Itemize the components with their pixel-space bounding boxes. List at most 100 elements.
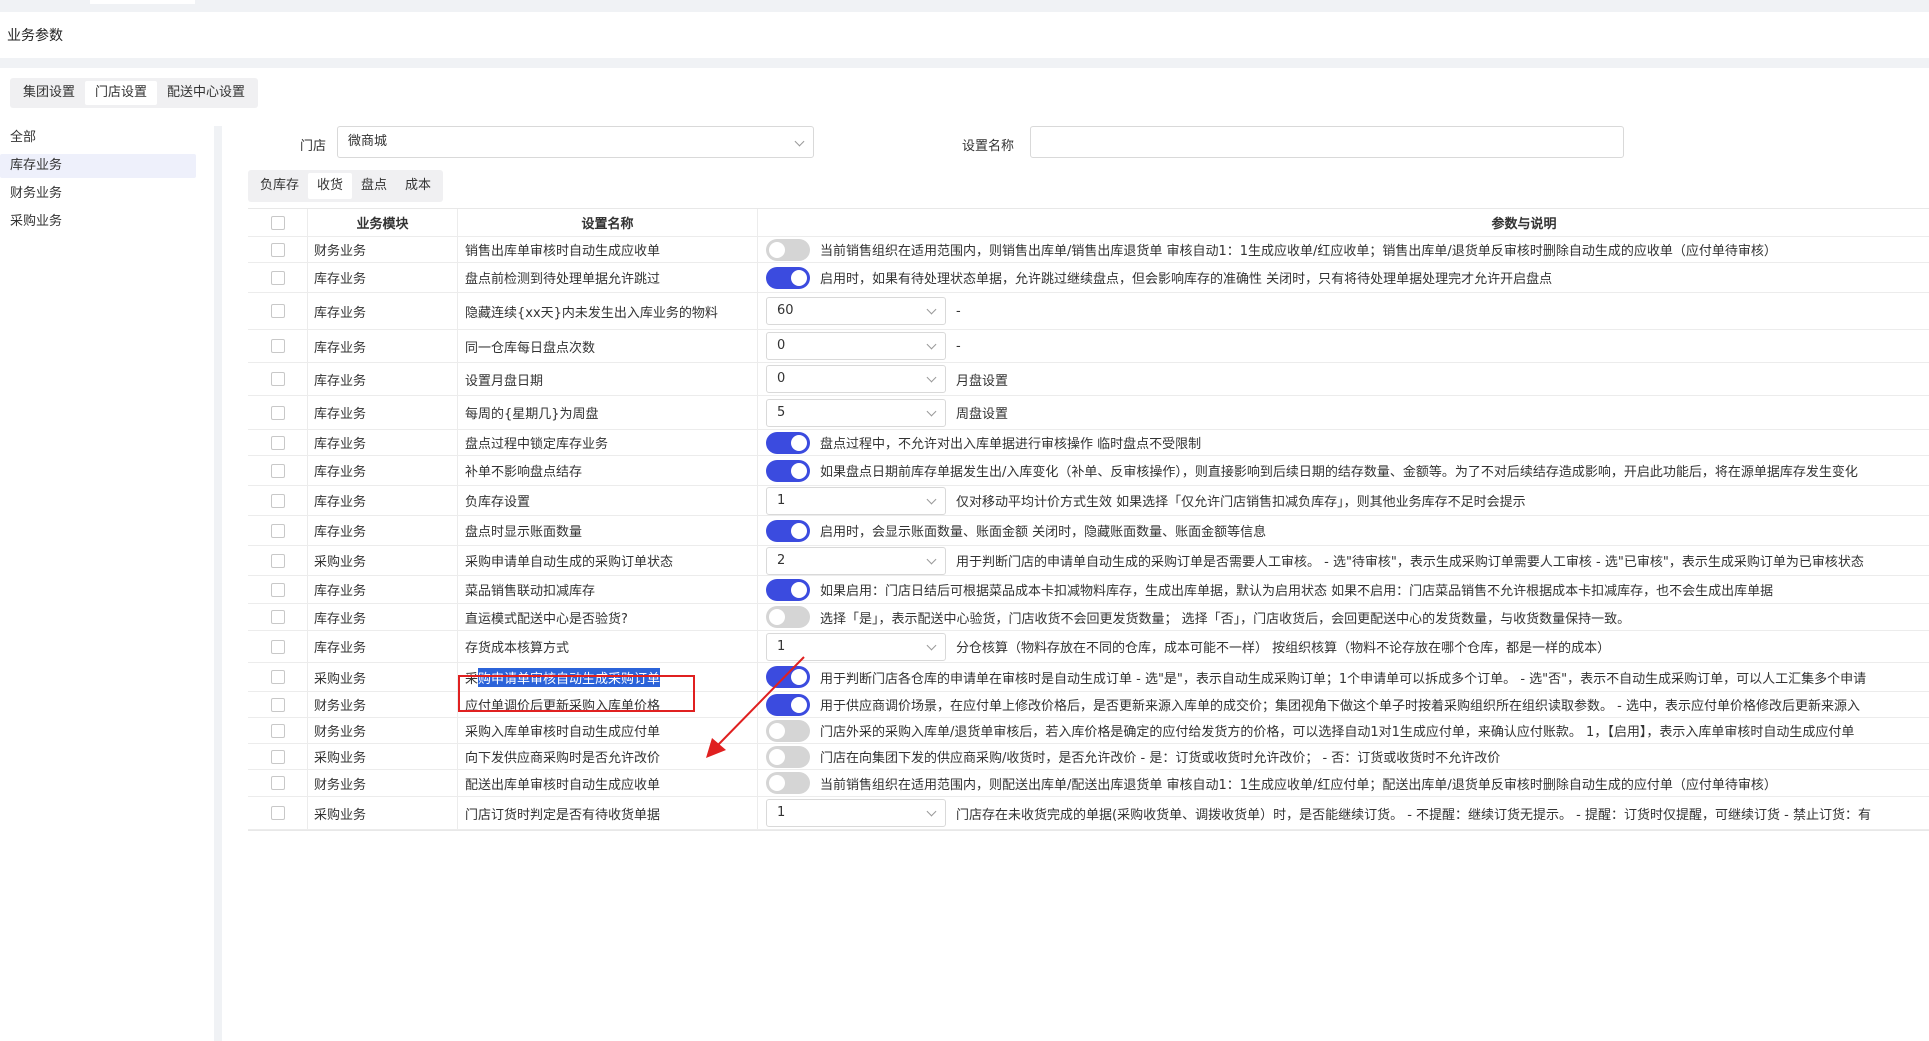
category-tab-0[interactable]: 负库存 [251,173,308,199]
row-checkbox[interactable] [270,405,285,420]
header-setting-name: 设置名称 [458,209,758,236]
toggle-switch[interactable] [766,519,810,542]
table-row: 库存业务 补单不影响盘点结存 如果盘点日期前库存单据发生出/入库变化（补单、反审核操… [248,456,1929,486]
row-description-cell: 启用时，如果有待处理状态单据，允许跳过继续盘点，但会影响库存的准确性 关闭时，只… [758,263,1929,292]
row-checkbox[interactable] [270,242,285,257]
value-select[interactable]: 0 [766,332,946,360]
row-description: 如果盘点日期前库存单据发生出/入库变化（补单、反审核操作），则直接影响到后续日期… [820,465,1858,480]
row-setting-name: 配送出库单审核时自动生成应收单 [458,770,758,796]
row-setting-name: 同一仓库每日盘点次数 [458,330,758,362]
row-setting-name-text: 盘点过程中锁定库存业务 [465,437,609,452]
toggle-switch[interactable] [766,431,810,454]
nav-item-3[interactable]: 采购业务 [0,210,196,234]
row-checkbox[interactable] [270,670,285,684]
toggle-switch[interactable] [766,238,810,261]
row-module: 财务业务 [308,718,458,743]
nav-item-1[interactable]: 库存业务 [0,154,196,178]
category-tab-2[interactable]: 盘点 [352,173,396,199]
row-description-cell: 5 周盘设置 [758,396,1929,429]
row-checkbox[interactable] [270,553,285,568]
row-setting-name: 盘点过程中锁定库存业务 [458,430,758,455]
settings-scope-tabs: 集团设置 门店设置 配送中心设置 [10,78,259,108]
row-description-cell: 用于供应商调价场景，在应付单上修改价格后，是否更新来源入库单的成交价；集团视角下… [758,692,1929,717]
settings-table: 业务模块 设置名称 参数与说明 财务业务 销售出库单审核时自动生成应收单 当前销售组… [248,208,1929,831]
select-all-checkbox[interactable] [270,215,285,230]
toggle-switch[interactable] [766,266,810,289]
row-module: 采购业务 [308,546,458,575]
row-checkbox-cell [248,486,308,515]
row-description: 周盘设置 [956,407,1009,422]
toggle-switch[interactable] [766,719,810,742]
value-select[interactable]: 0 [766,365,946,393]
store-select[interactable]: 微商城 [337,126,814,158]
row-checkbox[interactable] [270,749,285,764]
row-checkbox[interactable] [270,697,285,712]
row-checkbox[interactable] [270,435,285,450]
setting-name-input[interactable] [1030,126,1624,158]
row-checkbox[interactable] [270,610,285,624]
row-module: 财务业务 [308,237,458,262]
chevron-down-icon [926,372,937,383]
table-row: 库存业务 盘点前检测到待处理单据允许跳过 启用时，如果有待处理状态单据，允许跳过继续… [248,263,1929,293]
toggle-switch[interactable] [766,745,810,768]
row-setting-name-text: 设置月盘日期 [465,373,544,389]
row-checkbox[interactable] [270,372,285,386]
toggle-switch[interactable] [766,693,810,716]
value-select[interactable]: 1 [766,799,946,827]
row-checkbox[interactable] [270,776,285,790]
toggle-switch[interactable] [766,606,810,628]
row-setting-name-text: 存货成本核算方式 [465,641,570,656]
value-select[interactable]: 60 [766,297,946,325]
value-select[interactable]: 1 [766,486,946,515]
row-setting-name-text: 门店订货时判定是否有待收货单据 [465,807,661,823]
row-checkbox[interactable] [270,270,285,285]
scope-tab-0[interactable]: 集团设置 [13,81,85,105]
nav-item-0[interactable]: 全部 [0,126,196,150]
row-description-cell: 门店外采的采购入库单/退货单审核后，若入库价格是确定的应付给发货方的价格，可以选… [758,718,1929,743]
toggle-switch[interactable] [766,459,810,482]
value-select[interactable]: 1 [766,632,946,661]
row-module: 库存业务 [308,486,458,515]
value-select[interactable]: 5 [766,398,946,427]
row-checkbox[interactable] [270,723,285,738]
row-setting-name: 采购申请单自动生成的采购订单状态 [458,546,758,575]
chevron-down-icon [926,554,937,564]
row-description: 如果启用：门店日结后可根据菜品成本卡扣减物料库存，生成出库单据，默认为启用状态 … [820,584,1774,599]
row-description-cell: 60 - [758,293,1929,329]
toggle-switch[interactable] [766,772,810,794]
row-checkbox[interactable] [270,639,285,654]
row-description: 当前销售组织在适用范围内，则销售出库单/销售出库退货单 审核自动1：1生成应收单… [820,244,1777,259]
row-checkbox[interactable] [270,806,285,820]
row-setting-name: 直运模式配送中心是否验货? [458,604,758,630]
row-description: 门店存在未收货完成的单据(采购收货单、调拨收货单）时，是否能继续订货。 - 不提… [956,807,1871,823]
row-checkbox[interactable] [270,304,285,318]
row-checkbox[interactable] [270,463,285,478]
row-checkbox-cell [248,797,308,829]
scope-tab-1[interactable]: 门店设置 [85,81,158,105]
row-setting-name: 销售出库单审核时自动生成应收单 [458,237,758,262]
row-description-cell: 如果盘点日期前库存单据发生出/入库变化（补单、反审核操作），则直接影响到后续日期… [758,456,1929,485]
toggle-knob [791,696,807,713]
row-setting-name: 存货成本核算方式 [458,631,758,662]
row-checkbox-cell [248,692,308,717]
row-checkbox-cell [248,663,308,691]
row-description-cell: 当前销售组织在适用范围内，则配送出库单/配送出库退货单 审核自动1：1生成应收单… [758,770,1929,796]
category-tab-3[interactable]: 成本 [396,173,440,199]
row-checkbox[interactable] [270,339,285,353]
row-setting-name-text: 负库存设置 [465,495,531,510]
value-select[interactable]: 2 [766,546,946,575]
category-tab-1[interactable]: 收货 [308,173,353,199]
row-setting-name: 每周的{星期几}为周盘 [458,396,758,429]
row-description: 用于判断门店各仓库的申请单在审核时是自动生成订单 - 选"是"，表示自动生成采购… [820,671,1867,687]
scope-tab-2[interactable]: 配送中心设置 [157,81,255,105]
row-checkbox[interactable] [270,523,285,538]
row-checkbox[interactable] [270,493,285,508]
row-module: 库存业务 [308,363,458,395]
toggle-switch[interactable] [766,578,810,601]
nav-item-2[interactable]: 财务业务 [0,182,196,206]
table-row: 库存业务 隐藏连续{xx天}内未发生出入库业务的物料 60 - [248,293,1929,330]
table-row: 财务业务 采购入库单审核时自动生成应付单 门店外采的采购入库单/退货单审核后，若入库… [248,718,1929,744]
row-checkbox[interactable] [270,582,285,597]
toggle-switch[interactable] [766,666,810,688]
top-tab-active[interactable] [90,0,195,4]
